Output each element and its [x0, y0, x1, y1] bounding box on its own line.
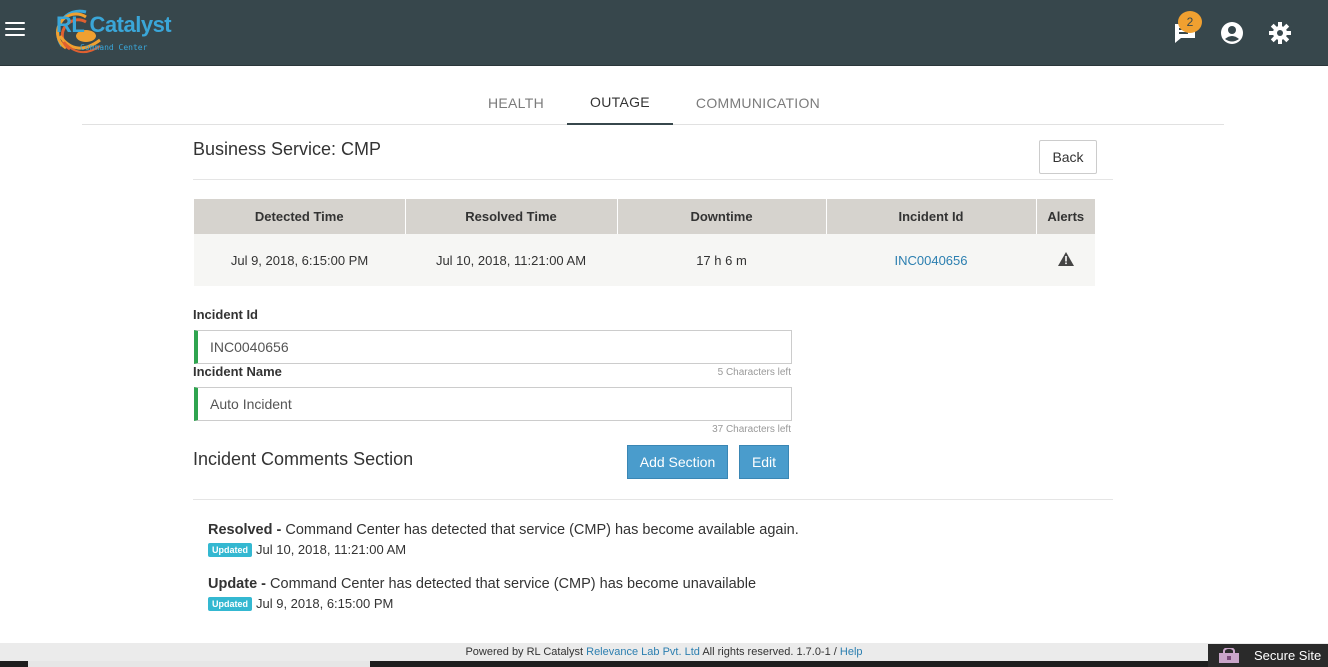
comment-timestamp: Jul 10, 2018, 11:21:00 AM — [256, 542, 407, 557]
column-header: Resolved Time — [405, 199, 618, 234]
warning-icon[interactable] — [1057, 251, 1075, 267]
footer: Powered by RL Catalyst Relevance Lab Pvt… — [0, 643, 1328, 661]
comment-kind: Resolved - — [208, 522, 282, 538]
column-header: Detected Time — [194, 199, 406, 234]
add-section-button[interactable]: Add Section — [627, 445, 728, 479]
incident-name-char-count: 37 Characters left — [712, 424, 791, 435]
tab-health[interactable]: HEALTH — [470, 80, 562, 125]
bottom-scrollbar[interactable] — [0, 661, 1328, 667]
secure-site-badge[interactable]: Secure Site — [1208, 644, 1328, 667]
comment-item: Update - Command Center has detected tha… — [208, 576, 756, 592]
help-link[interactable]: Help — [840, 646, 863, 658]
page-title: Business Service: CMP — [193, 139, 382, 159]
table-row: Jul 9, 2018, 6:15:00 PM Jul 10, 2018, 11… — [194, 234, 1095, 286]
footer-powered: Powered by RL Catalyst — [465, 646, 587, 658]
gear-icon[interactable] — [1267, 20, 1293, 46]
incident-id-link[interactable]: INC0040656 — [895, 253, 968, 268]
top-bar: RL Catalyst Command Center 2 — [0, 0, 1328, 66]
menu-icon[interactable] — [5, 22, 25, 38]
resolved-time-cell: Jul 10, 2018, 11:21:00 AM — [405, 234, 617, 286]
logo-subtitle: Command Center — [80, 43, 148, 52]
alerts-cell — [1036, 234, 1095, 286]
incident-id-field[interactable] — [194, 330, 792, 364]
comment-timestamp-row: Updated Jul 9, 2018, 6:15:00 PM — [208, 596, 393, 611]
notification-badge: 2 — [1178, 11, 1202, 33]
column-header: Incident Id — [826, 199, 1037, 234]
column-header: Alerts — [1036, 199, 1095, 234]
secure-site-label: Secure Site — [1254, 648, 1322, 663]
company-link[interactable]: Relevance Lab Pvt. Ltd — [586, 646, 700, 658]
outage-table: Detected Time Resolved Time Downtime Inc… — [194, 199, 1095, 286]
incident-id-cell: INC0040656 — [826, 234, 1036, 286]
comment-text: Command Center has detected that service… — [266, 576, 757, 592]
secure-site-icon — [1219, 647, 1239, 663]
edit-button[interactable]: Edit — [739, 445, 789, 479]
comments-section-title: Incident Comments Section — [193, 449, 414, 469]
tab-communication[interactable]: COMMUNICATION — [682, 80, 834, 125]
incident-name-label: Incident Name — [193, 364, 282, 379]
comment-item: Resolved - Command Center has detected t… — [208, 522, 799, 538]
updated-badge: Updated — [208, 542, 252, 557]
incident-name-field[interactable] — [194, 387, 792, 421]
logo-title: RL Catalyst — [56, 12, 172, 37]
tab-outage[interactable]: OUTAGE — [567, 80, 673, 125]
comment-timestamp: Jul 9, 2018, 6:15:00 PM — [256, 596, 394, 611]
incident-id-label: Incident Id — [193, 307, 258, 322]
comment-timestamp-row: Updated Jul 10, 2018, 11:21:00 AM — [208, 542, 406, 557]
divider — [193, 179, 1113, 180]
updated-badge: Updated — [208, 596, 252, 611]
column-header: Downtime — [617, 199, 827, 234]
downtime-cell: 17 h 6 m — [617, 234, 826, 286]
footer-rights: All rights reserved. 1.7.0-1 / — [699, 646, 840, 658]
divider — [193, 499, 1113, 500]
incident-id-char-count: 5 Characters left — [717, 367, 791, 378]
comment-text: Command Center has detected that service… — [281, 522, 799, 538]
comment-kind: Update - — [208, 576, 266, 592]
detected-time-cell: Jul 9, 2018, 6:15:00 PM — [194, 234, 405, 286]
tab-bar: HEALTH OUTAGE COMMUNICATION — [82, 80, 1224, 125]
back-button[interactable]: Back — [1039, 140, 1097, 174]
scrollbar-thumb[interactable] — [28, 661, 370, 667]
table-header-row: Detected Time Resolved Time Downtime Inc… — [194, 199, 1095, 234]
account-icon[interactable] — [1219, 20, 1245, 46]
